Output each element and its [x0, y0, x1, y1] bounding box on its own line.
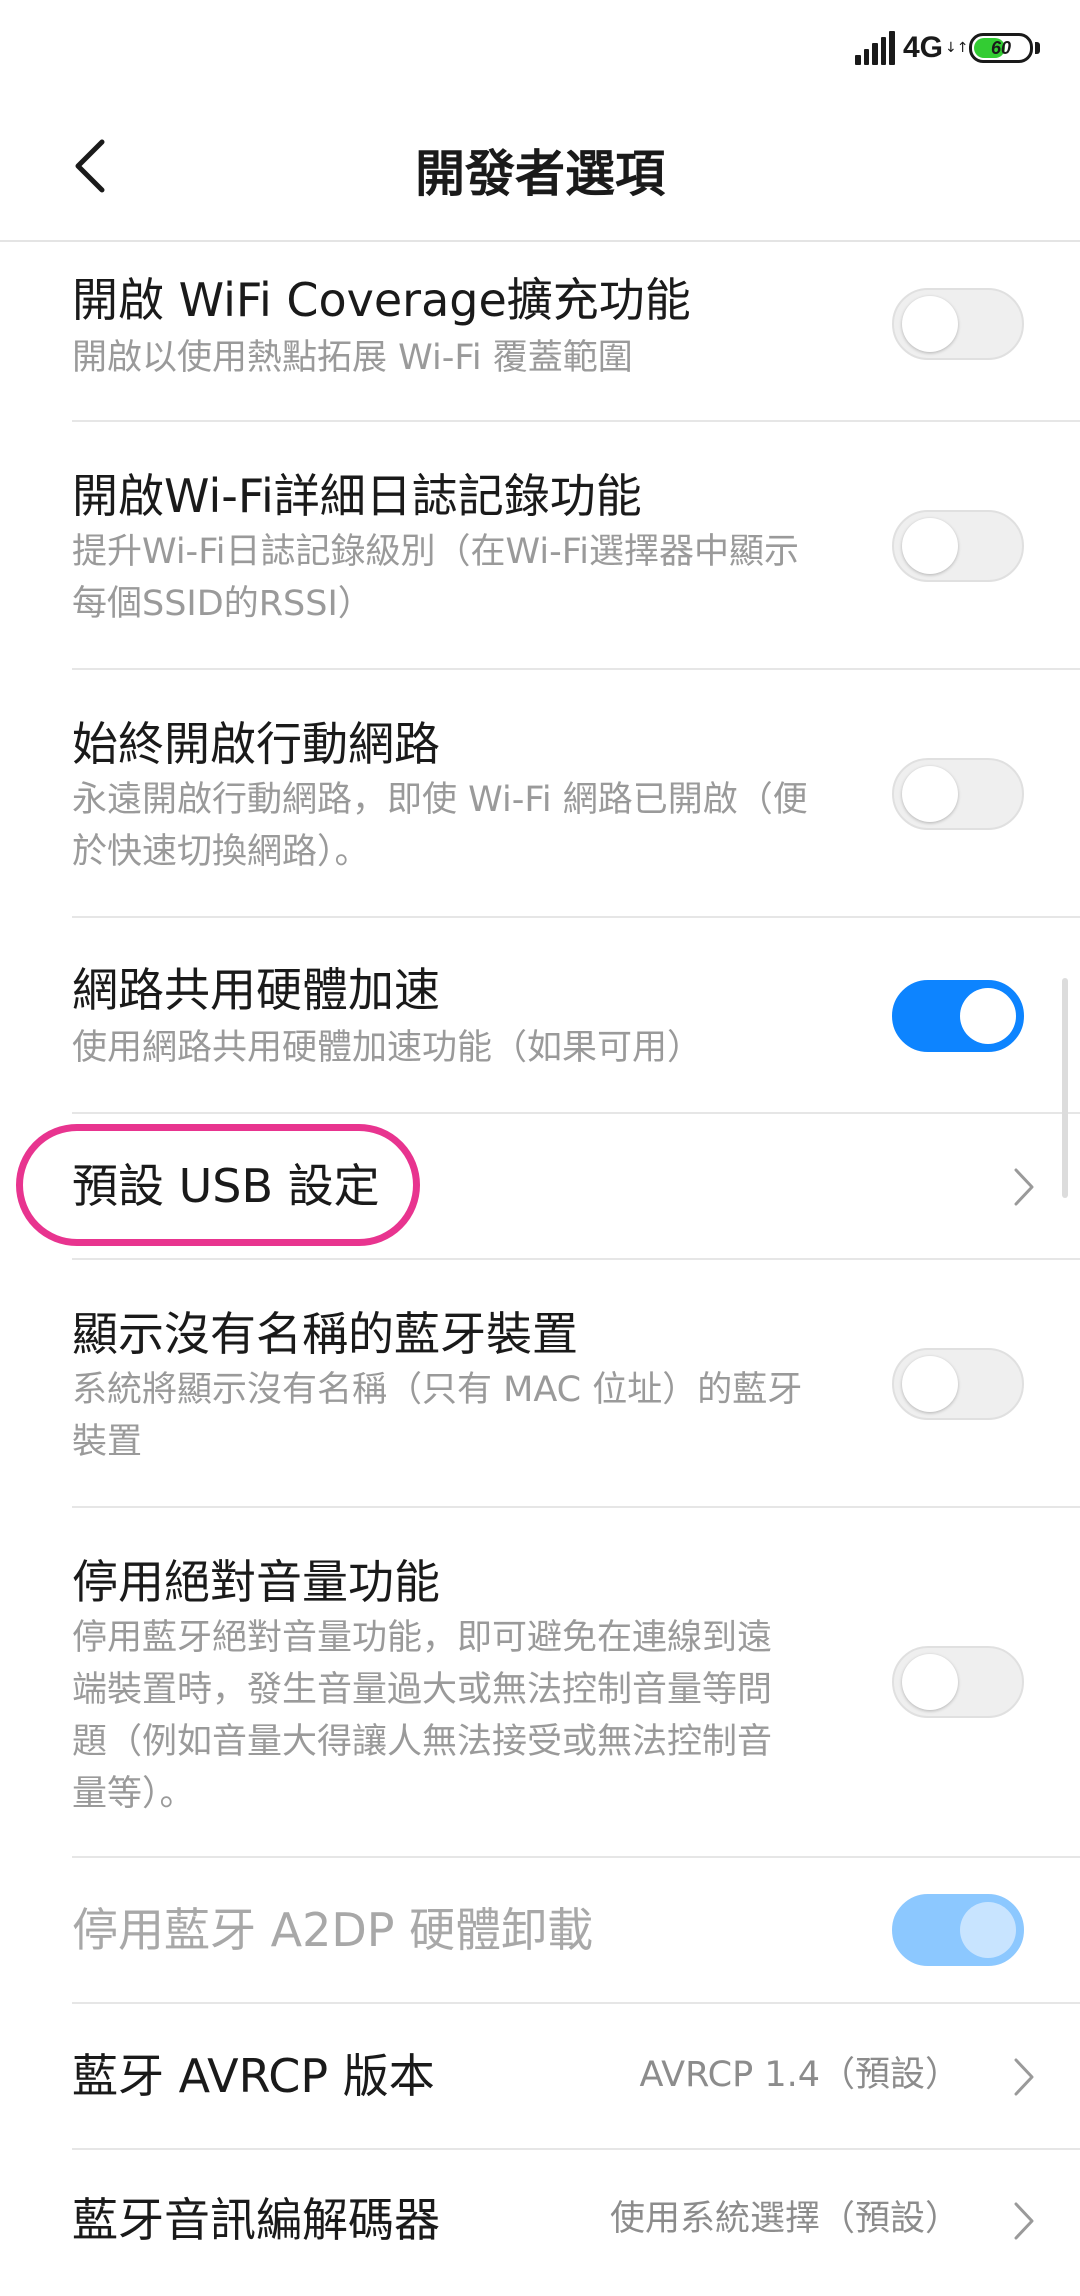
signal-icon	[854, 31, 895, 65]
toggle-knob	[902, 766, 958, 822]
battery-icon: 60	[969, 33, 1033, 63]
setting-tethering-hw-accel[interactable]: 網路共用硬體加速 使用網路共用硬體加速功能（如果可用）	[72, 918, 1080, 1114]
setting-title: 網路共用硬體加速	[72, 963, 440, 1017]
setting-show-unnamed-bt-devices[interactable]: 顯示沒有名稱的藍牙裝置 系統將顯示沒有名稱（只有 MAC 位址）的藍牙 裝置	[72, 1260, 1080, 1508]
toggle-knob	[960, 988, 1016, 1044]
setting-subtitle: 提升Wi-Fi日誌記錄級別（在Wi-Fi選擇器中顯示 每個SSID的RSSI）	[72, 526, 852, 630]
setting-title: 開啟 WiFi Coverage擴充功能	[72, 273, 691, 327]
setting-wifi-verbose-logging[interactable]: 開啟Wi-Fi詳細日誌記錄功能 提升Wi-Fi日誌記錄級別（在Wi-Fi選擇器中…	[72, 422, 1080, 670]
setting-disable-a2dp-hw-offload: 停用藍牙 A2DP 硬體卸載	[72, 1858, 1080, 2004]
setting-disable-absolute-volume[interactable]: 停用絕對音量功能 停用藍牙絕對音量功能，即可避免在連線到遠 端裝置時，發生音量過…	[72, 1508, 1080, 1858]
toggle-knob	[902, 1356, 958, 1412]
battery-nub	[1035, 42, 1040, 54]
setting-wifi-coverage[interactable]: 開啟 WiFi Coverage擴充功能 開啟以使用熱點拓展 Wi-Fi 覆蓋範…	[72, 242, 1080, 422]
subtitle-line: 每個SSID的RSSI）	[72, 584, 373, 624]
setting-title: 始終開啟行動網路	[72, 717, 440, 771]
setting-title: 藍牙 AVRCP 版本	[72, 2049, 435, 2103]
chevron-right-icon	[1014, 1168, 1034, 1206]
toggle-switch[interactable]	[892, 1646, 1024, 1718]
setting-title: 停用絕對音量功能	[72, 1555, 440, 1609]
header: 開發者選項	[0, 96, 1080, 242]
toggle-switch	[892, 1894, 1024, 1966]
subtitle-line: 端裝置時，發生音量過大或無法控制音量等問	[72, 1670, 773, 1710]
toggle-switch[interactable]	[892, 980, 1024, 1052]
page-title: 開發者選項	[415, 145, 665, 203]
subtitle-line: 永遠開啟行動網路，即使 Wi-Fi 網路已開啟（便	[72, 780, 808, 820]
status-bar: 4G ↓↑ 60	[0, 0, 1080, 96]
subtitle-line: 停用藍牙絕對音量功能，即可避免在連線到遠	[72, 1618, 773, 1658]
setting-subtitle: 使用網路共用硬體加速功能（如果可用）	[72, 1022, 852, 1074]
highlight-annotation	[16, 1124, 420, 1246]
subtitle-line: 量等）。	[72, 1774, 195, 1814]
setting-title: 顯示沒有名稱的藍牙裝置	[72, 1307, 578, 1361]
subtitle-line: 於快速切換網路）。	[72, 832, 370, 872]
setting-bt-avrcp-version[interactable]: 藍牙 AVRCP 版本 AVRCP 1.4（預設）	[72, 2004, 1080, 2150]
status-icons: 4G ↓↑ 60	[854, 28, 1040, 68]
subtitle-line: 裝置	[72, 1422, 143, 1462]
setting-subtitle: 系統將顯示沒有名稱（只有 MAC 位址）的藍牙 裝置	[72, 1364, 852, 1468]
setting-value: AVRCP 1.4（預設）	[639, 2055, 960, 2095]
network-type: 4G	[902, 31, 943, 64]
setting-title: 藍牙音訊編解碼器	[72, 2193, 440, 2247]
subtitle-line: 使用網路共用硬體加速功能（如果可用）	[72, 1028, 703, 1068]
setting-subtitle: 停用藍牙絕對音量功能，即可避免在連線到遠 端裝置時，發生音量過大或無法控制音量等…	[72, 1612, 852, 1820]
setting-title: 開啟Wi-Fi詳細日誌記錄功能	[72, 469, 642, 523]
toggle-knob	[902, 1654, 958, 1710]
setting-value: 使用系統選擇（預設）	[609, 2199, 960, 2239]
toggle-switch[interactable]	[892, 510, 1024, 582]
chevron-right-icon	[1014, 2202, 1034, 2240]
toggle-switch[interactable]	[892, 1348, 1024, 1420]
setting-mobile-data-always-on[interactable]: 始終開啟行動網路 永遠開啟行動網路，即使 Wi-Fi 網路已開啟（便 於快速切換…	[72, 670, 1080, 918]
toggle-knob	[902, 518, 958, 574]
toggle-knob	[960, 1902, 1016, 1958]
battery-level: 60	[990, 37, 1012, 58]
subtitle-line: 題（例如音量大得讓人無法接受或無法控制音	[72, 1722, 773, 1762]
toggle-switch[interactable]	[892, 288, 1024, 360]
toggle-knob	[902, 296, 958, 352]
setting-subtitle: 永遠開啟行動網路，即使 Wi-Fi 網路已開啟（便 於快速切換網路）。	[72, 774, 852, 878]
data-activity-icon: ↓↑	[945, 40, 969, 56]
chevron-right-icon	[1014, 2058, 1034, 2096]
subtitle-line: 提升Wi-Fi日誌記錄級別（在Wi-Fi選擇器中顯示	[72, 532, 800, 572]
subtitle-line: 開啟以使用熱點拓展 Wi-Fi 覆蓋範圍	[72, 338, 633, 378]
scrollbar[interactable]	[1062, 978, 1068, 1198]
subtitle-line: 系統將顯示沒有名稱（只有 MAC 位址）的藍牙	[72, 1370, 803, 1410]
setting-bt-audio-codec[interactable]: 藍牙音訊編解碼器 使用系統選擇（預設）	[72, 2150, 1080, 2296]
setting-title: 停用藍牙 A2DP 硬體卸載	[72, 1903, 594, 1957]
setting-subtitle: 開啟以使用熱點拓展 Wi-Fi 覆蓋範圍	[72, 332, 852, 384]
toggle-switch[interactable]	[892, 758, 1024, 830]
